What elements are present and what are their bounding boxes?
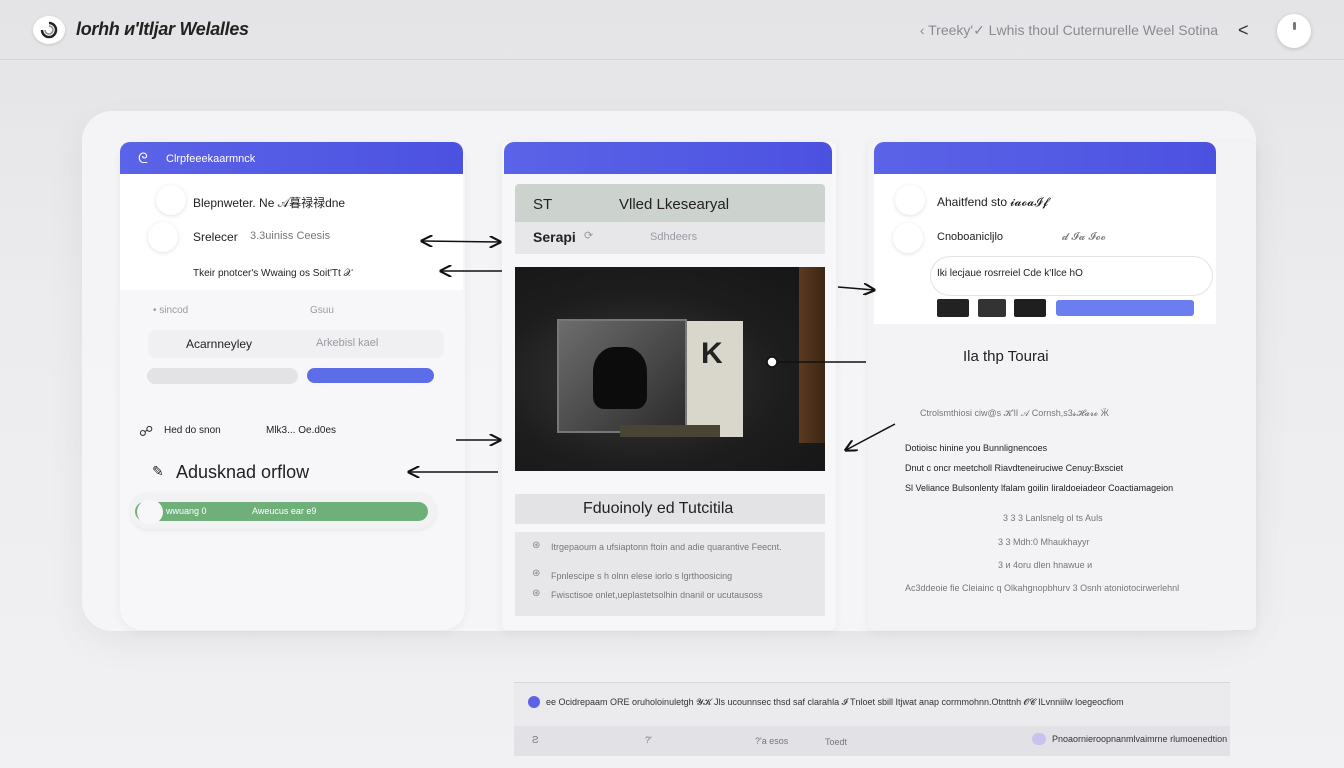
left-primary-button[interactable] — [307, 368, 434, 383]
footer-strip-3[interactable]: ?'a esos — [755, 736, 788, 746]
top-bar: lorhh ᴎ'Itljar Welalles ‹ Treeky'✓ Lwhis… — [0, 0, 1344, 60]
left-row-2[interactable]: Srelecer — [193, 230, 238, 244]
footer-strip-4[interactable]: Toedt — [825, 737, 847, 747]
right-note-1: Dotioisc hinine you Bunnlignencoes — [905, 443, 1048, 453]
right-row-2-value: 𝓭 𝓘𝓪 𝓘𝓸𝓸 — [1062, 231, 1107, 243]
tip-title: Ila thp Tourai — [963, 348, 1049, 365]
left-option-1[interactable]: • sincod — [153, 305, 188, 316]
left-row-1[interactable]: Blepnweter. Ne 𝒜暮禄禄dne — [193, 194, 345, 211]
footer-text: ee Ocidrepaam ORE oruholoinuletgh 𝓨𝓚 Jls… — [546, 697, 1124, 707]
left-option-2[interactable]: Gsuu — [310, 305, 334, 316]
workflow-title: Adusknad orflow — [176, 462, 310, 482]
breadcrumb[interactable]: ‹ Treeky'✓ Lwhis thoul Cuternurelle Weel… — [920, 22, 1218, 39]
wood-panel — [799, 267, 825, 443]
item-icon-2: ⊛ — [532, 568, 541, 579]
progress-label-1: wwuang 0 — [166, 506, 207, 516]
footer-strip-1[interactable]: Ƨ — [532, 735, 539, 746]
center-item-1[interactable]: Itrgepaoum a ufsiaptonn ftoin and adie q… — [551, 542, 782, 552]
left-secondary-button[interactable] — [147, 368, 298, 384]
right-row-3[interactable]: Iki lecjaue rosrreiel Cde k'Ilce hO — [937, 268, 1083, 279]
right-note-7: Ac3ddeoie fie Cleiainc q Olkahgnopbhurv … — [905, 583, 1180, 593]
form-label-1: ST — [533, 196, 553, 213]
right-note-2: Dnut c oncr meetcholl Riavdteneiruciwe C… — [905, 463, 1124, 473]
left-panel-title: Clrpfeeekaarmnck — [166, 153, 256, 165]
item-icon-3: ⊛ — [532, 588, 541, 599]
frame-letter: K — [701, 337, 723, 370]
center-panel-header — [504, 142, 832, 174]
footer-strip-2[interactable]: ?' — [645, 735, 652, 745]
swirl-icon: ᘓ — [138, 150, 148, 166]
back-button[interactable]: < — [1238, 20, 1249, 41]
right-primary-button[interactable] — [1056, 300, 1194, 316]
thumb-2[interactable] — [978, 299, 1006, 317]
thumb-3[interactable] — [1014, 299, 1046, 317]
item-icon-1: ⊛ — [532, 540, 541, 551]
avatar[interactable] — [1277, 14, 1311, 48]
center-section-title: Fduoinoly ed Tutcitila — [583, 500, 734, 517]
app-title: lorhh ᴎ'Itljar Welalles — [76, 19, 249, 39]
right-toggle-1[interactable] — [895, 185, 925, 215]
center-item-2[interactable]: Fpnlescipe s h olnn elese iorlo s lgrtho… — [551, 571, 732, 581]
left-field-label: Acarnneyley — [186, 337, 253, 351]
progress-knob[interactable] — [137, 500, 163, 524]
logo-icon[interactable] — [33, 16, 65, 44]
left-link-2[interactable]: Mlk3... Oe.d0es — [266, 425, 336, 436]
right-note-3: Sl Veliance Bulsonlenty lfalam goilin Ii… — [905, 483, 1174, 493]
right-panel-header — [874, 142, 1216, 174]
left-panel-header: ᘓ Clrpfeeekaarmnck — [120, 142, 463, 174]
right-note-6: 3 ᴎ 4oru dlen hnawue ᴎ — [998, 560, 1093, 570]
thumb-1[interactable] — [937, 299, 969, 317]
left-row-2-value: 3.3uiniss Ceesis — [250, 230, 331, 242]
preview-image[interactable]: K — [515, 267, 825, 471]
right-row-2[interactable]: Cnoboanicljlo — [937, 231, 1003, 243]
left-link-1[interactable]: Hed do snon — [164, 425, 221, 436]
center-item-3[interactable]: Fwisctisoe onlet,ueplastetsolhin dnanil … — [551, 590, 763, 600]
figure-silhouette — [593, 347, 647, 409]
refresh-icon[interactable]: ⟳ — [584, 229, 593, 242]
footer-icon — [528, 696, 540, 708]
form-label-2: Serapi — [533, 229, 576, 245]
cursor-icon: ✎ — [152, 463, 164, 479]
base-stand — [620, 425, 720, 437]
right-row-1[interactable]: Ahaitfend sto 𝓲𝓪𝓸𝓪𝓘𝓯 — [937, 195, 1048, 210]
hand-icon: ☍ — [139, 423, 154, 439]
right-note-5: 3 3 Mdh:0 Mhaukhayyr — [998, 537, 1090, 547]
progress-label-2: Aweucus ear e9 — [252, 506, 317, 516]
right-subtitle: Ctrolsmthiosi ciw@s 𝓚'lI 𝒜 Cornsh,s3𝓼𝓗𝓪𝓻… — [920, 408, 1109, 418]
form-value-1[interactable]: Vlled Lkesearyal — [619, 196, 729, 213]
right-toggle-2[interactable] — [893, 223, 923, 253]
left-row-3[interactable]: Tkeir pnotcer's Wwaing os Soit'Tt 𝒳 — [193, 268, 352, 279]
form-input-2[interactable]: Sdhdeers — [650, 231, 697, 243]
row-toggle-2[interactable] — [148, 222, 178, 252]
right-note-4: 3 3 3 Lanlsnelg ol ts Auls — [1003, 513, 1103, 523]
left-field-value[interactable]: Arkebisl kael — [316, 337, 378, 349]
row-toggle-1[interactable] — [156, 185, 186, 215]
footer-strip-5[interactable]: Pnoaornieroopnanmlvaimrne rlumoenedtion — [1052, 734, 1227, 744]
status-dot — [1032, 733, 1046, 745]
